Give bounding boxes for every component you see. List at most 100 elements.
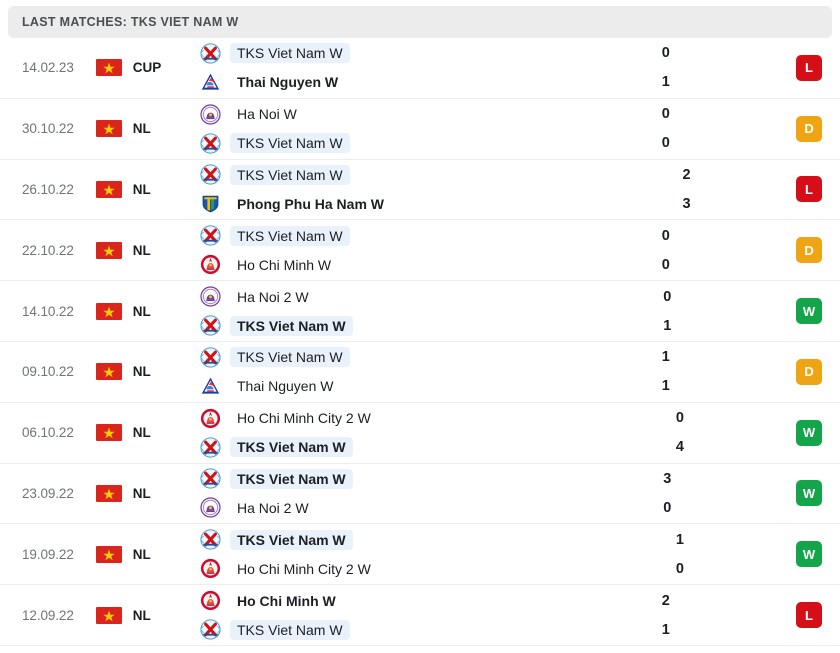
tks-viet-nam-logo	[200, 164, 221, 185]
teams-cell: Ho Chi Minh City 2 W TKS Viet Nam W	[196, 403, 444, 463]
teams-cell: TKS Viet Nam W Ha Noi 2 W	[196, 464, 431, 524]
away-team[interactable]: TKS Viet Nam W	[200, 315, 431, 337]
vietnam-flag-icon	[96, 120, 122, 137]
match-meta: 19.09.22NL	[0, 524, 196, 584]
home-team[interactable]: TKS Viet Nam W	[200, 346, 430, 368]
home-score: 0	[662, 225, 670, 247]
status-badge[interactable]: W	[796, 298, 822, 324]
home-team[interactable]: Ho Chi Minh City 2 W	[200, 407, 444, 429]
tks-viet-nam-logo-icon	[200, 315, 221, 336]
match-list: 14.02.23CUPTKS Viet Nam WThai Nguyen W01…	[0, 38, 840, 646]
home-team[interactable]: TKS Viet Nam W	[200, 42, 430, 64]
away-team[interactable]: TKS Viet Nam W	[200, 132, 430, 154]
page-title: LAST MATCHES: TKS VIET NAM W	[22, 15, 239, 29]
away-team[interactable]: Ha Noi 2 W	[200, 497, 431, 519]
home-team[interactable]: TKS Viet Nam W	[200, 529, 444, 551]
home-score: 0	[663, 286, 671, 308]
match-meta: 22.10.22NL	[0, 220, 196, 280]
home-team[interactable]: TKS Viet Nam W	[200, 225, 430, 247]
away-team[interactable]: Thai Nguyen W	[200, 71, 430, 93]
home-team[interactable]: Ho Chi Minh W	[200, 590, 430, 612]
home-score: 1	[676, 529, 684, 551]
vietnam-flag-icon	[96, 181, 122, 198]
home-score: 1	[662, 346, 670, 368]
match-date: 14.10.22	[22, 304, 74, 319]
status-badge[interactable]: D	[796, 116, 822, 142]
vietnam-flag-icon	[96, 59, 122, 76]
score-cell: 00	[616, 99, 716, 159]
away-team-name: Ha Noi 2 W	[230, 498, 316, 518]
home-team[interactable]: Ha Noi 2 W	[200, 286, 431, 308]
table-row[interactable]: 12.09.22NLHo Chi Minh WTKS Viet Nam W21L	[0, 585, 840, 646]
vietnam-flag	[96, 120, 122, 137]
match-date: 14.02.23	[22, 60, 74, 75]
result-cell: D	[716, 99, 840, 159]
away-team[interactable]: Ho Chi Minh W	[200, 254, 430, 276]
status-badge[interactable]: D	[796, 359, 822, 385]
vietnam-flag-icon	[96, 424, 122, 441]
ho-chi-minh-logo	[200, 254, 221, 275]
ha-noi-logo-icon	[200, 286, 221, 307]
league-code: NL	[133, 425, 151, 440]
home-team[interactable]: Ha Noi W	[200, 103, 430, 125]
away-score: 3	[682, 193, 690, 215]
league-code: NL	[133, 243, 151, 258]
away-team[interactable]: Ho Chi Minh City 2 W	[200, 558, 444, 580]
home-team[interactable]: TKS Viet Nam W	[200, 468, 431, 490]
tks-viet-nam-logo	[200, 468, 221, 489]
tks-viet-nam-logo	[200, 225, 221, 246]
match-date: 26.10.22	[22, 182, 74, 197]
table-row[interactable]: 06.10.22 NL Ho Chi Minh City 2 W TKS Viet N…	[0, 403, 840, 464]
vietnam-flag-icon	[96, 485, 122, 502]
status-badge[interactable]: L	[796, 176, 822, 202]
ho-chi-minh-logo-icon	[200, 590, 221, 611]
match-date: 23.09.22	[22, 486, 74, 501]
teams-cell: Ho Chi Minh W TKS Viet Nam W	[196, 585, 430, 645]
away-score: 1	[663, 315, 671, 337]
table-row[interactable]: 19.09.22NL TKS Viet Nam W Ho Chi Minh City…	[0, 524, 840, 585]
score-cell: 01	[617, 281, 717, 341]
away-team[interactable]: Phong Phu Ha Nam W	[200, 193, 451, 215]
away-team[interactable]: TKS Viet Nam W	[200, 436, 444, 458]
home-team-name: Ha Noi 2 W	[230, 287, 316, 307]
vietnam-flag-icon	[96, 363, 122, 380]
status-badge[interactable]: W	[796, 420, 822, 446]
match-meta: 12.09.22NL	[0, 585, 196, 645]
away-team-name: Phong Phu Ha Nam W	[230, 194, 391, 214]
home-score: 0	[662, 42, 670, 64]
tks-viet-nam-logo-icon	[200, 619, 221, 640]
status-badge[interactable]: D	[796, 237, 822, 263]
league-code: CUP	[133, 60, 162, 75]
home-team[interactable]: TKS Viet Nam W	[200, 164, 451, 186]
table-row[interactable]: 22.10.22NLTKS Viet Nam WHo Chi Minh W00D	[0, 220, 840, 281]
table-row[interactable]: 23.09.22NLTKS Viet Nam WHa Noi 2 W30W	[0, 464, 840, 525]
status-badge[interactable]: W	[796, 541, 822, 567]
ho-chi-minh-logo	[200, 590, 221, 611]
table-row[interactable]: 30.10.22NLHa Noi W TKS Viet Nam W 00 D	[0, 99, 840, 160]
ha-noi-logo	[200, 497, 221, 518]
status-badge[interactable]: L	[796, 55, 822, 81]
away-team-name: Thai Nguyen W	[230, 376, 340, 396]
table-row[interactable]: 14.02.23CUPTKS Viet Nam WThai Nguyen W01…	[0, 38, 840, 99]
match-date: 06.10.22	[22, 425, 74, 440]
vietnam-flag	[96, 485, 122, 502]
tks-viet-nam-logo	[200, 529, 221, 550]
away-team[interactable]: Thai Nguyen W	[200, 375, 430, 397]
table-row[interactable]: 09.10.22NLTKS Viet Nam WThai Nguyen W11D	[0, 342, 840, 403]
away-team[interactable]: TKS Viet Nam W	[200, 619, 430, 641]
score-cell: 11	[616, 342, 716, 402]
match-meta: 30.10.22NL	[0, 99, 196, 159]
table-row[interactable]: 14.10.22NLHa Noi 2 WTKS Viet Nam W01W	[0, 281, 840, 342]
table-row[interactable]: 26.10.22NLTKS Viet Nam W Phong Phu Ha Nam…	[0, 160, 840, 221]
status-badge[interactable]: W	[796, 480, 822, 506]
away-team-name: TKS Viet Nam W	[230, 437, 353, 457]
thai-nguyen-logo-icon	[200, 376, 221, 397]
match-meta: 26.10.22NL	[0, 160, 196, 220]
match-meta: 06.10.22 NL	[0, 403, 196, 463]
status-badge[interactable]: L	[796, 602, 822, 628]
home-score: 0	[662, 103, 670, 125]
score-cell: 23	[637, 160, 737, 220]
home-team-name: TKS Viet Nam W	[230, 530, 353, 550]
tks-viet-nam-logo-icon	[200, 529, 221, 550]
vietnam-flag	[96, 59, 122, 76]
